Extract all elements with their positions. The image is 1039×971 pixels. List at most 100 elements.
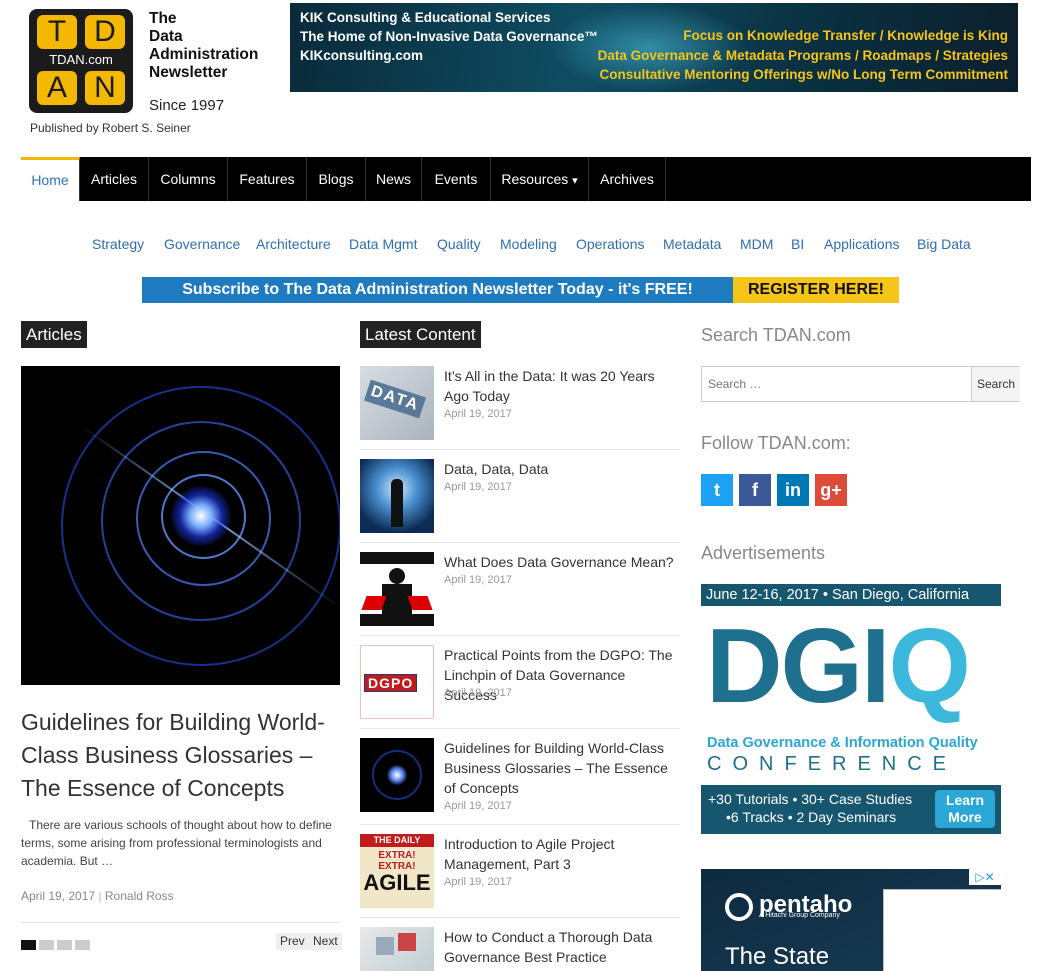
subnav-metadata[interactable]: Metadata: [663, 236, 721, 252]
thumb-text: DGPO: [364, 674, 418, 692]
next-button[interactable]: Next: [309, 933, 342, 950]
googleplus-icon[interactable]: g+: [815, 474, 847, 506]
dgiq-details: +30 Tutorials • 30+ Case Studies •6 Trac…: [701, 785, 1001, 834]
published-by: Published by Robert S. Seiner: [30, 121, 191, 135]
slider-dot[interactable]: [39, 940, 54, 950]
search-input[interactable]: Search …: [702, 367, 971, 401]
dgiq-conference-ad[interactable]: June 12-16, 2017 • San Diego, California…: [701, 584, 1001, 834]
thumb-assessment[interactable]: [360, 927, 434, 971]
nav-features[interactable]: Features: [228, 157, 307, 201]
learn-more-button[interactable]: Learn More: [935, 790, 995, 828]
banner-right-line: Consultative Mentoring Offerings w/No Lo…: [599, 67, 1008, 82]
pentaho-tagline: A Hitachi Group Company: [759, 912, 840, 919]
banner-left-line: The Home of Non-Invasive Data Governance…: [300, 29, 598, 44]
subnav-mdm[interactable]: MDM: [740, 236, 773, 252]
dgiq-logo-left: DGI: [706, 607, 890, 725]
list-item-date: April 19, 2017: [444, 408, 512, 420]
subnav-operations[interactable]: Operations: [576, 236, 644, 252]
nav-home[interactable]: Home: [21, 157, 80, 201]
register-button[interactable]: REGISTER HERE!: [733, 277, 899, 303]
logo-domain: TDAN.com: [49, 52, 113, 67]
meta-separator: |: [98, 889, 102, 903]
list-item-title[interactable]: Introduction to Agile Project Management…: [444, 834, 680, 874]
banner-right-line: Data Governance & Metadata Programs / Ro…: [597, 48, 1008, 63]
thumb-data-cubes[interactable]: DATA: [360, 366, 434, 440]
subscribe-banner[interactable]: Subscribe to The Data Administration New…: [142, 277, 899, 303]
divider: [360, 824, 680, 825]
subscribe-text: Subscribe to The Data Administration New…: [142, 277, 733, 303]
divider: [360, 917, 680, 918]
slider-dot[interactable]: [75, 940, 90, 950]
subnav-governance[interactable]: Governance: [164, 236, 240, 252]
dgiq-line1: +30 Tutorials • 30+ Case Studies: [708, 791, 913, 807]
brand-line: The: [149, 10, 177, 27]
list-item-title[interactable]: It’s All in the Data: It was 20 Years Ag…: [444, 366, 680, 406]
tdan-logo[interactable]: T D TDAN.com A N: [29, 9, 133, 113]
follow-heading: Follow TDAN.com:: [701, 433, 851, 453]
nav-resources-label: Resources: [501, 171, 569, 187]
articles-heading: Articles: [21, 321, 87, 348]
banner-left-line: KIKconsulting.com: [300, 48, 424, 63]
nav-columns[interactable]: Columns: [149, 157, 228, 201]
main-nav: Home Articles Columns Features Blogs New…: [21, 157, 1031, 201]
logo-letter-n: N: [85, 71, 125, 105]
thumb-agile-news[interactable]: THE DAILY NEWS EXTRA! EXTRA! AGILE: [360, 834, 434, 908]
logo-letter-d: D: [85, 15, 125, 49]
divider: [360, 542, 680, 543]
brand-line: Newsletter: [149, 64, 228, 81]
pentaho-ad[interactable]: pentaho A Hitachi Group Company The Stat…: [701, 869, 1001, 971]
list-item-title[interactable]: Guidelines for Building World-Class Busi…: [444, 738, 680, 798]
divider: [360, 728, 680, 729]
latest-content-heading: Latest Content: [360, 321, 481, 348]
feature-article-title[interactable]: Guidelines for Building World-Class Busi…: [21, 706, 341, 805]
list-item-title[interactable]: What Does Data Governance Mean?: [444, 552, 680, 572]
feature-article-image[interactable]: [21, 366, 340, 685]
thumb-text: EXTRA! EXTRA!: [378, 850, 416, 872]
subnav-quality[interactable]: Quality: [437, 236, 481, 252]
nav-archives[interactable]: Archives: [589, 157, 666, 201]
dgiq-logo: DGIQ: [706, 607, 971, 725]
nav-resources[interactable]: Resources ▾: [491, 157, 589, 201]
nav-blogs[interactable]: Blogs: [307, 157, 366, 201]
search-button[interactable]: Search: [971, 367, 1020, 401]
brand-title: The Data Administration Newsletter: [149, 10, 258, 82]
prev-button[interactable]: Prev: [276, 933, 309, 950]
chevron-down-icon: ▾: [572, 175, 578, 187]
pentaho-logo-icon: [725, 893, 753, 921]
nav-articles[interactable]: Articles: [80, 157, 149, 201]
dgiq-logo-q: Q: [888, 607, 970, 725]
subnav-big-data[interactable]: Big Data: [917, 236, 971, 252]
list-item-date: April 19, 2017: [444, 687, 512, 699]
facebook-icon[interactable]: f: [739, 474, 771, 506]
kik-banner-ad[interactable]: KIK Consulting & Educational Services Th…: [290, 3, 1018, 92]
subnav-architecture[interactable]: Architecture: [256, 236, 331, 252]
article-date: April 19, 2017: [21, 889, 96, 903]
twitter-icon[interactable]: t: [701, 474, 733, 506]
subnav-modeling[interactable]: Modeling: [500, 236, 557, 252]
subnav-data-mgmt[interactable]: Data Mgmt: [349, 236, 417, 252]
slider-dot[interactable]: [57, 940, 72, 950]
thumb-speaker[interactable]: [360, 552, 434, 626]
slider-dots: [21, 937, 93, 955]
nav-events[interactable]: Events: [422, 157, 491, 201]
adchoices-icon[interactable]: ▷✕: [969, 869, 1001, 885]
dgiq-subtitle: Data Governance & Information Quality: [707, 735, 978, 751]
thumb-glossary[interactable]: [360, 738, 434, 812]
report-cover-image: [883, 889, 1001, 971]
slider-dot[interactable]: [21, 940, 36, 950]
brand-line: Data: [149, 28, 183, 45]
banner-right-line: Focus on Knowledge Transfer / Knowledge …: [683, 28, 1008, 43]
thumb-tunnel[interactable]: [360, 459, 434, 533]
list-item-title[interactable]: Data, Data, Data: [444, 459, 680, 479]
subnav-bi[interactable]: BI: [791, 236, 804, 252]
feature-article-excerpt: There are various schools of thought abo…: [21, 818, 332, 868]
list-item-title[interactable]: How to Conduct a Thorough Data Governanc…: [444, 927, 680, 971]
subnav-applications[interactable]: Applications: [824, 236, 900, 252]
nav-news[interactable]: News: [366, 157, 422, 201]
dgiq-conference-word: CONFERENCE: [707, 753, 958, 775]
subnav-strategy[interactable]: Strategy: [92, 236, 144, 252]
brand-line: Administration: [149, 46, 259, 63]
article-author[interactable]: Ronald Ross: [105, 889, 174, 903]
linkedin-icon[interactable]: in: [777, 474, 809, 506]
thumb-dgpo[interactable]: DGPO: [360, 645, 434, 719]
